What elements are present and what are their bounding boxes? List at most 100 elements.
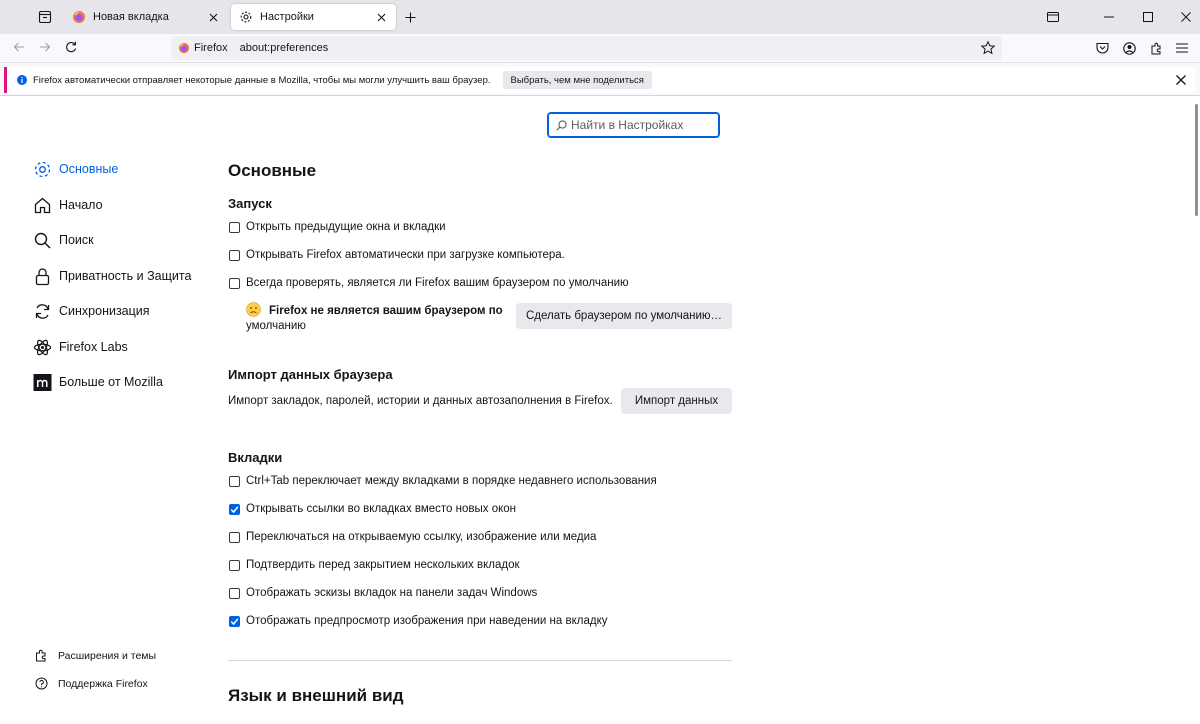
extension-icon	[36, 649, 46, 662]
checkbox-label: Открыть предыдущие окна и вкладки	[246, 221, 446, 233]
plus-icon	[405, 12, 415, 22]
gear-icon	[240, 11, 252, 23]
tab-hover-preview-checkbox[interactable]: Отображать предпросмотр изображения при …	[229, 615, 607, 627]
warn-on-close-checkbox[interactable]: Подтвердить перед закрытием нескольких в…	[229, 559, 520, 571]
forward-button[interactable]	[34, 36, 56, 58]
tab-settings[interactable]: Настройки	[231, 4, 396, 30]
make-default-browser-button[interactable]: Сделать браузером по умолчанию…	[516, 303, 732, 329]
extension-icon	[1151, 42, 1160, 54]
category-label: Больше от Mozilla	[59, 375, 163, 389]
close-icon	[1181, 12, 1191, 22]
checkbox[interactable]	[229, 531, 240, 543]
checkbox[interactable]	[229, 475, 240, 487]
gear-icon	[33, 160, 52, 179]
category-search[interactable]: Поиск	[33, 229, 94, 251]
switch-to-new-tab-checkbox[interactable]: Переключаться на открываемую ссылку, изо…	[229, 531, 596, 543]
address-bar[interactable]: Firefox about:preferences	[171, 36, 1002, 60]
import-heading: Импорт данных браузера	[228, 367, 393, 382]
app-menu-button[interactable]	[1171, 37, 1193, 59]
checkmark-icon	[230, 505, 239, 513]
tab-list-icon	[1047, 12, 1059, 22]
maximize-icon	[1143, 12, 1153, 22]
preferences-content	[0, 96, 1200, 724]
category-privacy[interactable]: Приватность и Защита	[33, 265, 191, 287]
extensions-button[interactable]	[1145, 37, 1167, 59]
default-browser-warning: Firefox не является вашим браузером по ум…	[246, 302, 506, 334]
reload-button[interactable]	[60, 36, 82, 58]
checkbox[interactable]	[229, 221, 240, 233]
checkbox[interactable]	[229, 277, 240, 289]
checkbox-checked[interactable]	[229, 503, 240, 515]
ctrl-tab-checkbox[interactable]: Ctrl+Tab переключает между вкладками в п…	[229, 475, 657, 487]
firefox-logo-icon	[178, 42, 190, 54]
identity-box[interactable]: Firefox	[171, 36, 228, 60]
settings-search-input[interactable]: Найти в Настройках	[547, 112, 720, 138]
category-label: Приватность и Защита	[59, 269, 192, 283]
restore-session-checkbox[interactable]: Открыть предыдущие окна и вкладки	[229, 221, 446, 233]
firefox-view-button[interactable]	[32, 4, 58, 30]
choose-what-to-share-button[interactable]: Выбрать, чем мне поделиться	[502, 71, 652, 89]
pocket-button[interactable]	[1091, 37, 1113, 59]
notification-bar: Firefox автоматически отправляет некотор…	[0, 62, 1200, 96]
category-label: Начало	[59, 198, 103, 212]
back-button[interactable]	[8, 36, 30, 58]
checkbox-label: Открывать Firefox автоматически при загр…	[246, 249, 565, 261]
close-tab-button[interactable]	[374, 10, 388, 24]
open-links-in-tabs-checkbox[interactable]: Открывать ссылки во вкладках вместо новы…	[229, 503, 516, 515]
category-label: Поиск	[59, 233, 94, 247]
checkbox[interactable]	[229, 559, 240, 571]
notification-message: Firefox автоматически отправляет некотор…	[33, 74, 491, 86]
checkbox-checked[interactable]	[229, 615, 240, 627]
category-firefox-labs[interactable]: Firefox Labs	[33, 336, 128, 358]
checkbox[interactable]	[229, 587, 240, 599]
category-general[interactable]: Основные	[33, 158, 118, 180]
category-home[interactable]: Начало	[33, 194, 103, 216]
category-sync[interactable]: Синхронизация	[33, 300, 150, 322]
url-text[interactable]: about:preferences	[240, 42, 329, 54]
section-divider	[228, 660, 732, 661]
tab-new-tab[interactable]: Новая вкладка	[64, 4, 228, 30]
close-tab-button[interactable]	[206, 10, 220, 24]
firefox-support-link[interactable]: Поддержка Firefox	[35, 677, 148, 690]
close-icon[interactable]	[1174, 73, 1188, 87]
bookmark-star-icon[interactable]	[980, 40, 996, 56]
warning-text-bold: Firefox не является вашим браузером по	[269, 305, 503, 317]
info-icon	[17, 75, 27, 85]
check-default-browser-checkbox[interactable]: Всегда проверять, является ли Firefox ва…	[229, 277, 629, 289]
page-title: Основные	[228, 161, 317, 180]
import-description: Импорт закладок, паролей, истории и данн…	[228, 395, 613, 407]
warning-text: умолчанию	[246, 320, 306, 332]
checkbox-label: Отображать предпросмотр изображения при …	[246, 615, 608, 627]
search-icon	[556, 119, 567, 131]
tabs-heading: Вкладки	[228, 450, 283, 465]
checkbox-label: Переключаться на открываемую ссылку, изо…	[246, 531, 597, 543]
category-more-from-mozilla[interactable]: Больше от Mozilla	[33, 371, 163, 393]
list-all-tabs-button[interactable]	[1033, 0, 1073, 34]
labs-icon	[33, 338, 52, 357]
sad-face-icon	[246, 302, 261, 317]
footer-label: Поддержка Firefox	[58, 677, 148, 690]
maximize-button[interactable]	[1128, 0, 1168, 34]
startup-heading: Запуск	[228, 196, 272, 211]
minimize-button[interactable]	[1089, 0, 1129, 34]
checkbox[interactable]	[229, 249, 240, 261]
tab-title: Новая вкладка	[93, 11, 169, 23]
scrollbar-thumb[interactable]	[1195, 104, 1198, 216]
new-tab-button[interactable]	[401, 8, 419, 26]
import-data-button[interactable]: Импорт данных	[621, 388, 732, 414]
data-reporting-notification: Firefox автоматически отправляет некотор…	[4, 67, 1195, 93]
account-icon	[1122, 41, 1136, 55]
checkbox-label: Подтвердить перед закрытием нескольких в…	[246, 559, 520, 571]
close-icon	[209, 13, 217, 21]
autostart-checkbox[interactable]: Открывать Firefox автоматически при загр…	[229, 249, 565, 261]
home-icon	[33, 196, 52, 215]
back-arrow-icon	[13, 42, 24, 52]
account-button[interactable]	[1118, 37, 1140, 59]
checkbox-label: Всегда проверять, является ли Firefox ва…	[246, 277, 629, 289]
extensions-and-themes-link[interactable]: Расширения и темы	[35, 649, 156, 662]
taskbar-previews-checkbox[interactable]: Отображать эскизы вкладок на панели зада…	[229, 587, 537, 599]
search-placeholder: Найти в Настройках	[571, 118, 684, 132]
help-icon	[35, 677, 48, 690]
lock-icon	[33, 267, 52, 286]
close-window-button[interactable]	[1166, 0, 1200, 34]
